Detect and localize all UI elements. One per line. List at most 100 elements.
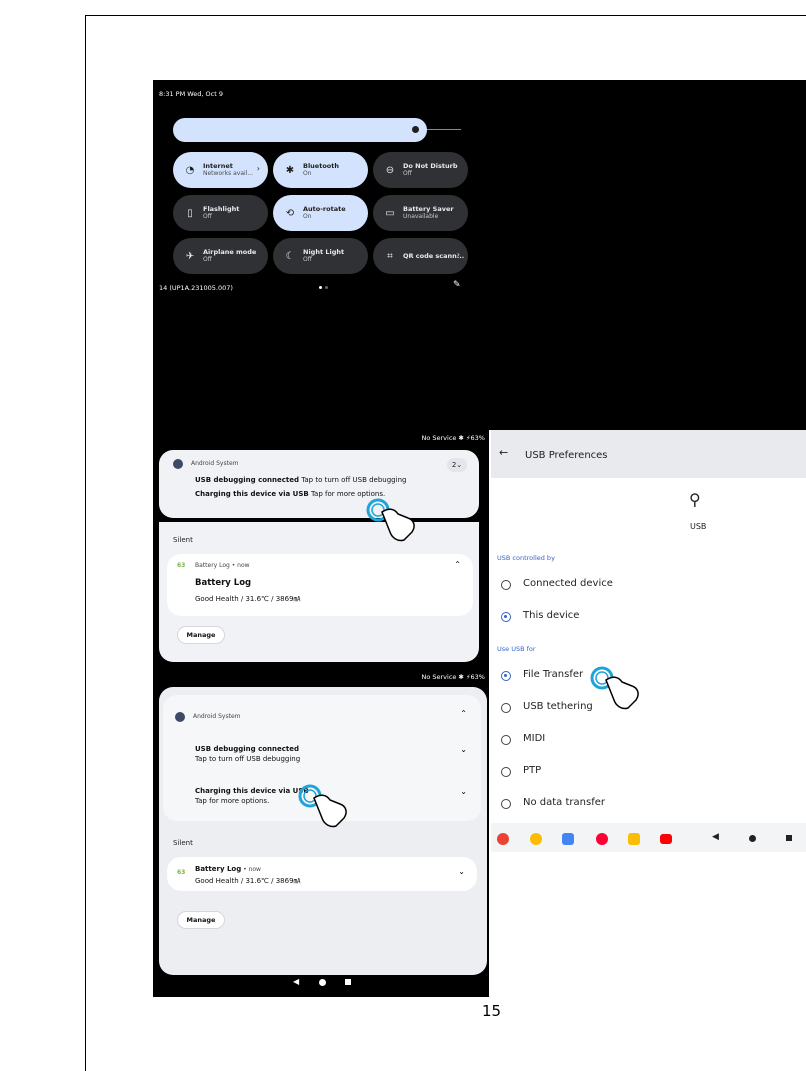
android-system-icon [173,459,183,469]
expand-chevron-icon[interactable]: ⌄ [458,867,465,876]
youtube-music-icon[interactable] [596,833,608,845]
tap-hand-icon [298,784,347,828]
android-system-notification[interactable]: Android System 2⌄ USB debugging connecte… [159,450,479,518]
battery-log-text: Good Health / 31.6℃ / 3869㎃ [195,595,301,603]
collapse-chevron-icon[interactable]: ⌃ [454,560,461,569]
radio-button[interactable] [501,671,511,681]
notification-shade-2: No Service ✱ ⚡63% Android System ⌃ USB d… [153,665,489,997]
tap-hand-icon [590,666,639,710]
tile-flashlight[interactable]: ▯ Flashlight Off [173,195,268,231]
expand-chevron-icon[interactable]: ⌄ [460,745,467,754]
expand-chevron-icon[interactable]: 2⌄ [447,458,467,472]
flashlight-icon: ▯ [187,207,193,219]
youtube-icon[interactable] [660,834,672,844]
charging-title[interactable]: Charging this device via USB [195,787,309,795]
silent-header: Silent [173,536,193,544]
battery-log-title: Battery Log [195,865,242,873]
tile-subtitle: Unavailable [403,213,439,220]
option-label[interactable]: MIDI [523,733,545,744]
photos-icon[interactable] [530,833,542,845]
recents-icon[interactable] [786,835,792,841]
radio-button[interactable] [501,767,511,777]
back-icon[interactable]: ◀ [712,832,719,842]
tile-title: Night Light [303,248,345,256]
tile-title: Do Not Disturb [403,162,458,170]
nav-bar: ◀ [293,977,353,989]
status-bar: No Service ✱ ⚡63% [421,673,485,681]
page-indicator [325,286,328,289]
option-label[interactable]: Connected device [523,578,613,589]
brightness-track [427,129,461,130]
document-page: 8:31 PM Wed, Oct 9 ◔ Internet Networks ava… [0,0,806,1071]
tile-title: Flashlight [203,205,240,213]
night-light-icon: ☾ [285,250,295,262]
usb-preferences-screen: ← USB Preferences ⚲ USB USB controlled b… [491,430,806,852]
option-label[interactable]: This device [523,610,579,621]
tap-hand-icon [366,498,415,542]
tile-qr[interactable]: ⌗ QR code scann... › [373,238,468,274]
charging-sub[interactable]: Tap for more options. [195,797,269,805]
back-icon[interactable]: ◀ [293,977,299,986]
settings-app-icon[interactable] [628,833,640,845]
tile-battery-saver[interactable]: ▭ Battery Saver Unavailable [373,195,468,231]
radio-button[interactable] [501,799,511,809]
quick-settings-panel: 8:31 PM Wed, Oct 9 ◔ Internet Networks ava… [153,80,806,430]
tile-bluetooth[interactable]: ✱ Bluetooth On [273,152,368,188]
radio-button[interactable] [501,703,511,713]
usb-debugging-sub: Tap to turn off USB debugging [195,755,301,763]
option-label[interactable]: File Transfer [523,669,583,680]
battery-log-app: Battery Log • now [195,562,250,569]
option-label[interactable]: PTP [523,765,541,776]
android-system-icon [175,712,185,722]
charging-line[interactable]: Charging this device via USB Tap for mor… [195,490,385,498]
radio-button[interactable] [501,612,511,622]
option-label[interactable]: No data transfer [523,797,605,808]
chevron-right-icon: › [256,164,260,173]
files-icon[interactable] [562,833,574,845]
tile-dnd[interactable]: ⊖ Do Not Disturb Off [373,152,468,188]
tile-subtitle: Off [203,213,212,220]
back-arrow-icon[interactable]: ← [499,446,508,459]
status-bar: No Service ✱ ⚡63% [421,434,485,442]
tile-title: Airplane mode [203,248,257,256]
tile-title: Internet [203,162,233,170]
collapse-chevron-icon[interactable]: ⌃ [460,709,467,718]
recents-icon[interactable] [345,979,351,985]
battery-log-icon: 63 [177,869,186,876]
rotate-icon: ⟲ [285,207,295,219]
battery-log-text: Good Health / 31.6℃ / 3869㎃ [195,877,301,885]
usb-debugging-line: USB debugging connected Tap to turn off … [195,476,407,484]
manage-button[interactable]: Manage [177,911,225,929]
controlled-by-header: USB controlled by [497,554,555,562]
home-icon[interactable] [319,979,326,986]
radio-button[interactable] [501,735,511,745]
tile-subtitle: On [303,170,312,177]
page-title: USB Preferences [525,450,608,461]
battery-log-icon: 63 [177,562,186,569]
usb-icon: ⚲ [689,490,701,509]
tile-title: QR code scann... [403,252,465,260]
brightness-slider[interactable] [173,118,427,142]
edit-icon[interactable]: ✎ [453,280,461,290]
tile-subtitle: Off [303,256,312,263]
home-icon[interactable] [749,835,756,842]
tile-rotate[interactable]: ⟲ Auto-rotate On [273,195,368,231]
tile-subtitle: Networks avail... [203,170,254,177]
tile-wifi[interactable]: ◔ Internet Networks avail... › [173,152,268,188]
option-label[interactable]: USB tethering [523,701,593,712]
chrome-icon[interactable] [497,833,509,845]
battery-log-notification[interactable]: 63 Battery Log • now Good Health / 31.6℃… [167,857,477,891]
battery-log-notification[interactable]: 63 Battery Log • now ⌃ Battery Log Good … [167,554,473,616]
tile-title: Battery Saver [403,205,454,213]
tile-airplane[interactable]: ✈ Airplane mode Off [173,238,268,274]
manage-button[interactable]: Manage [177,626,225,644]
radio-button[interactable] [501,580,511,590]
expand-chevron-icon[interactable]: ⌄ [460,787,467,796]
airplane-icon: ✈ [185,250,195,262]
tile-subtitle: Off [403,170,412,177]
brightness-icon [412,126,419,133]
time-date: 8:31 PM Wed, Oct 9 [159,90,224,98]
build-number: 14 (UP1A.231005.007) [159,284,233,292]
tile-subtitle: On [303,213,312,220]
tile-night-light[interactable]: ☾ Night Light Off [273,238,368,274]
